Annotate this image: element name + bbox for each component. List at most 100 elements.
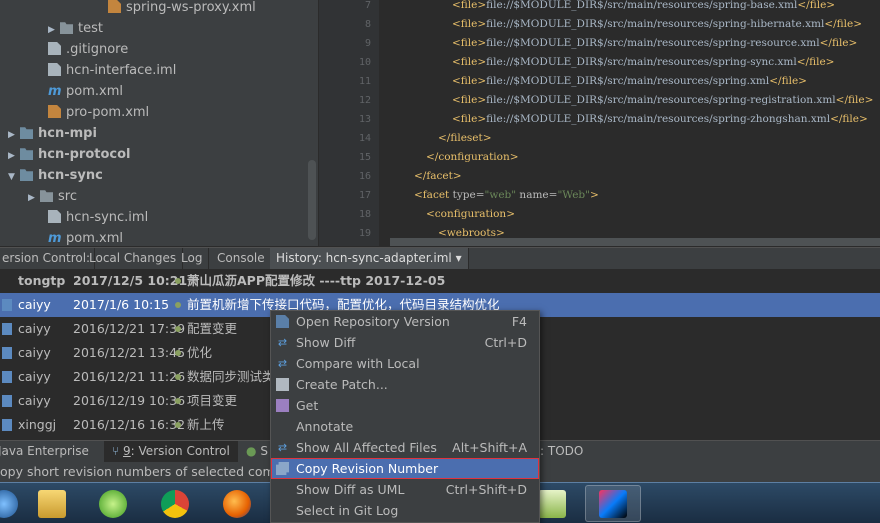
iml-file-icon (48, 63, 61, 76)
code-line: <file>file://$MODULE_DIR$/src/main/resou… (452, 0, 836, 11)
code-line: </facet> (414, 170, 462, 182)
sync-app-icon[interactable] (85, 485, 141, 522)
vcs-icon (2, 371, 12, 383)
editor-gutter: 7 8 9 10 11 12 13 14 15 16 17 18 19 (319, 0, 379, 246)
code-editor[interactable]: <file>file://$MODULE_DIR$/src/main/resou… (380, 0, 880, 246)
line-number: 13 (358, 114, 371, 125)
chevron-right-icon[interactable]: ▶ (8, 125, 20, 146)
tree-item-src[interactable]: ▶ src (28, 186, 77, 207)
tab-history[interactable]: History: hcn-sync-adapter.iml ▾ (270, 248, 469, 270)
chevron-right-icon[interactable]: ▶ (8, 146, 20, 167)
version-control-tabbar: ersion Control: Local Changes Log Consol… (0, 247, 880, 270)
menu-item-annotate[interactable]: Annotate (271, 416, 539, 437)
get-icon (276, 399, 289, 412)
maven-icon: m (48, 231, 62, 246)
vcs-icon (2, 419, 12, 431)
commit-dot-icon (175, 302, 181, 308)
tab-log[interactable]: Log (175, 248, 210, 270)
line-number: 12 (358, 95, 371, 106)
folder-icon (40, 190, 53, 202)
commit-dot-icon (175, 326, 181, 332)
line-number: 14 (358, 133, 371, 144)
tab-version-control[interactable]: ⑂ 9: Version Control (104, 441, 238, 463)
commit-dot-icon (175, 422, 181, 428)
code-line: </configuration> (426, 151, 519, 163)
module-folder-icon (20, 148, 33, 160)
code-line: <file>file://$MODULE_DIR$/src/main/resou… (452, 37, 858, 49)
code-line: <file>file://$MODULE_DIR$/src/main/resou… (452, 94, 874, 106)
firefox-icon[interactable] (209, 485, 265, 522)
tree-item-hcn-mpi[interactable]: ▶ hcn-mpi (8, 123, 97, 144)
module-folder-icon (20, 169, 33, 181)
line-number: 10 (358, 57, 371, 68)
code-line: <file>file://$MODULE_DIR$/src/main/resou… (452, 56, 835, 68)
commit-dot-icon (175, 350, 181, 356)
affected-files-icon: ⇄ (277, 441, 288, 454)
code-line: <file>file://$MODULE_DIR$/src/main/resou… (452, 18, 863, 30)
editor-hscrollbar[interactable] (390, 238, 880, 246)
menu-item-open-repository-version[interactable]: Open Repository Version F4 (271, 311, 539, 332)
menu-item-create-patch[interactable]: Create Patch... (271, 374, 539, 395)
tab-java-enterprise[interactable]: Java Enterprise (0, 441, 89, 463)
chrome-icon[interactable] (147, 485, 203, 522)
code-line: </fileset> (438, 132, 492, 144)
tree-scrollbar[interactable] (308, 160, 316, 240)
line-number: 17 (358, 190, 371, 201)
commit-dot-icon (175, 398, 181, 404)
tab-spring[interactable]: ● S (246, 441, 268, 463)
folder-icon (60, 22, 73, 34)
compare-icon: ⇄ (277, 357, 288, 370)
code-line: <file>file://$MODULE_DIR$/src/main/resou… (452, 113, 868, 125)
tree-item-hcn-interface-iml[interactable]: hcn-interface.iml (48, 60, 176, 81)
menu-item-show-all-affected-files[interactable]: ⇄ Show All Affected Files Alt+Shift+A (271, 437, 539, 458)
tab-local-changes[interactable]: Local Changes (83, 248, 184, 270)
line-number: 18 (358, 209, 371, 220)
commit-dot-icon (175, 278, 181, 284)
file-icon (48, 42, 61, 55)
maven-icon: m (48, 84, 62, 99)
tree-item-pom-xml-2[interactable]: m pom.xml (48, 228, 123, 246)
chevron-right-icon[interactable]: ▶ (28, 188, 40, 209)
vc-panel-title: ersion Control: (0, 248, 96, 270)
diff-icon: ⇄ (277, 336, 288, 349)
xml-file-icon (108, 0, 121, 13)
menu-item-show-diff[interactable]: ⇄ Show Diff Ctrl+D (271, 332, 539, 353)
tree-item-hcn-sync[interactable]: ▼ hcn-sync (8, 165, 103, 186)
menu-item-select-in-git-log[interactable]: Select in Git Log (271, 500, 539, 521)
tree-item-pro-pom-xml[interactable]: pro-pom.xml (48, 102, 149, 123)
menu-item-copy-revision-number[interactable]: Copy Revision Number (271, 458, 539, 479)
tab-console[interactable]: Console (211, 248, 272, 270)
tree-item-gitignore[interactable]: .gitignore (48, 39, 128, 60)
module-folder-icon (20, 127, 33, 139)
table-row[interactable]: tongtp 2017/12/5 10:21 萧山瓜沥APP配置修改 ----ttp… (0, 269, 880, 293)
chevron-down-icon[interactable]: ▾ (456, 251, 462, 265)
version-control-icon: ⑂ (112, 444, 120, 458)
tree-item-hcn-protocol[interactable]: ▶ hcn-protocol (8, 144, 131, 165)
line-number: 11 (358, 76, 371, 87)
tree-item-test[interactable]: ▶ test (48, 18, 103, 39)
tree-item-pom-xml[interactable]: m pom.xml (48, 81, 123, 102)
tree-item-spring-ws-proxy[interactable]: spring-ws-proxy.xml (108, 0, 256, 18)
vcs-icon (2, 347, 12, 359)
line-number: 8 (364, 19, 371, 30)
code-line: <file>file://$MODULE_DIR$/src/main/resou… (452, 75, 807, 87)
menu-item-get[interactable]: Get (271, 395, 539, 416)
tree-item-hcn-sync-iml[interactable]: hcn-sync.iml (48, 207, 148, 228)
chevron-down-icon[interactable]: ▼ (8, 167, 20, 188)
open-repo-icon (276, 315, 289, 328)
spring-leaf-icon: ● (246, 444, 257, 458)
vcs-icon (2, 395, 12, 407)
intellij-icon[interactable] (585, 485, 641, 522)
xml-file-icon (48, 105, 61, 118)
line-number: 7 (364, 0, 371, 11)
context-menu: Open Repository Version F4 ⇄ Show Diff Ctrl… (270, 310, 540, 523)
chevron-right-icon[interactable]: ▶ (48, 20, 60, 41)
project-tree: spring-ws-proxy.xml ▶ test .gitignore hcn… (0, 0, 318, 246)
vcs-icon (2, 323, 12, 335)
tab-todo[interactable]: : TODO (540, 441, 583, 463)
menu-item-show-diff-as-uml[interactable]: Show Diff as UML Ctrl+Shift+D (271, 479, 539, 500)
menu-item-compare-with-local[interactable]: ⇄ Compare with Local (271, 353, 539, 374)
file-explorer-icon[interactable] (24, 485, 80, 522)
code-line: <facet type="web" name="Web"> (414, 189, 599, 201)
vcs-icon (2, 299, 12, 311)
